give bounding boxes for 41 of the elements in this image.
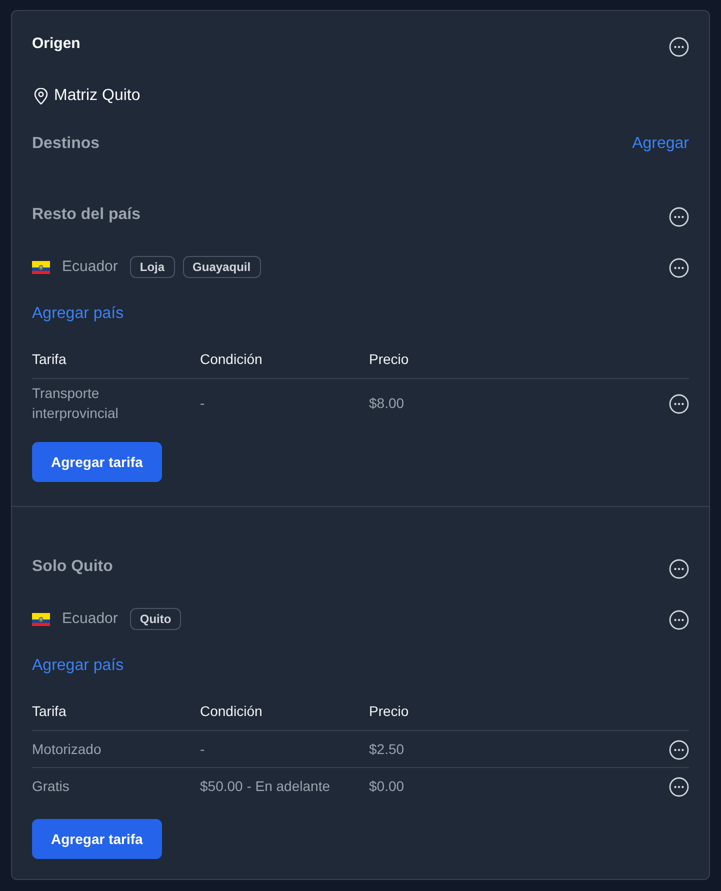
city-tag: Loja xyxy=(130,256,175,278)
column-header: Condición xyxy=(200,350,264,369)
city-tag: Guayaquil xyxy=(182,256,261,278)
more-icon[interactable] xyxy=(669,740,689,760)
origin-location: Matriz Quito xyxy=(54,86,140,106)
map-pin-icon xyxy=(34,88,48,104)
more-icon[interactable] xyxy=(669,37,689,57)
country-name: Ecuador xyxy=(62,257,118,277)
section-title: Destinos xyxy=(32,134,100,154)
column-header: Condición xyxy=(200,702,264,721)
group-title: Solo Quito xyxy=(32,557,113,577)
more-icon[interactable] xyxy=(669,207,689,227)
table-cell-text: $2.50 xyxy=(369,740,406,759)
more-icon[interactable] xyxy=(669,610,689,630)
column-header: Tarifa xyxy=(32,350,68,369)
table-cell-text: $8.00 xyxy=(369,394,406,413)
flag-icon xyxy=(32,260,50,274)
table-cell-text: Gratis xyxy=(32,777,70,796)
add-country-link[interactable]: Agregar país xyxy=(32,655,124,677)
column-header: Tarifa xyxy=(32,702,68,721)
more-icon[interactable] xyxy=(669,258,689,278)
column-header: Precio xyxy=(369,350,410,369)
table-cell-text: $50.00 - En adelante xyxy=(200,777,331,796)
city-tag: Quito xyxy=(130,608,182,630)
country-name: Ecuador xyxy=(62,609,118,629)
table-cell-text: $0.00 xyxy=(369,777,406,796)
add-rate-button[interactable]: Agregar tarifa xyxy=(32,819,162,859)
table-cell-text: - xyxy=(200,394,206,413)
origin-title: Origen xyxy=(32,34,80,54)
add-country-link[interactable]: Agregar país xyxy=(32,303,124,325)
table-cell-text: Motorizado xyxy=(32,740,102,759)
more-icon[interactable] xyxy=(669,559,689,579)
add-rate-button[interactable]: Agregar tarifa xyxy=(32,442,162,482)
column-header: Precio xyxy=(369,702,410,721)
add-link[interactable]: Agregar xyxy=(632,133,689,155)
more-icon[interactable] xyxy=(669,394,689,414)
more-icon[interactable] xyxy=(669,777,689,797)
table-cell-text: Transporte interprovincial xyxy=(32,384,120,423)
table-cell-text: - xyxy=(200,740,206,759)
flag-icon xyxy=(32,612,50,626)
group-title: Resto del país xyxy=(32,205,140,225)
